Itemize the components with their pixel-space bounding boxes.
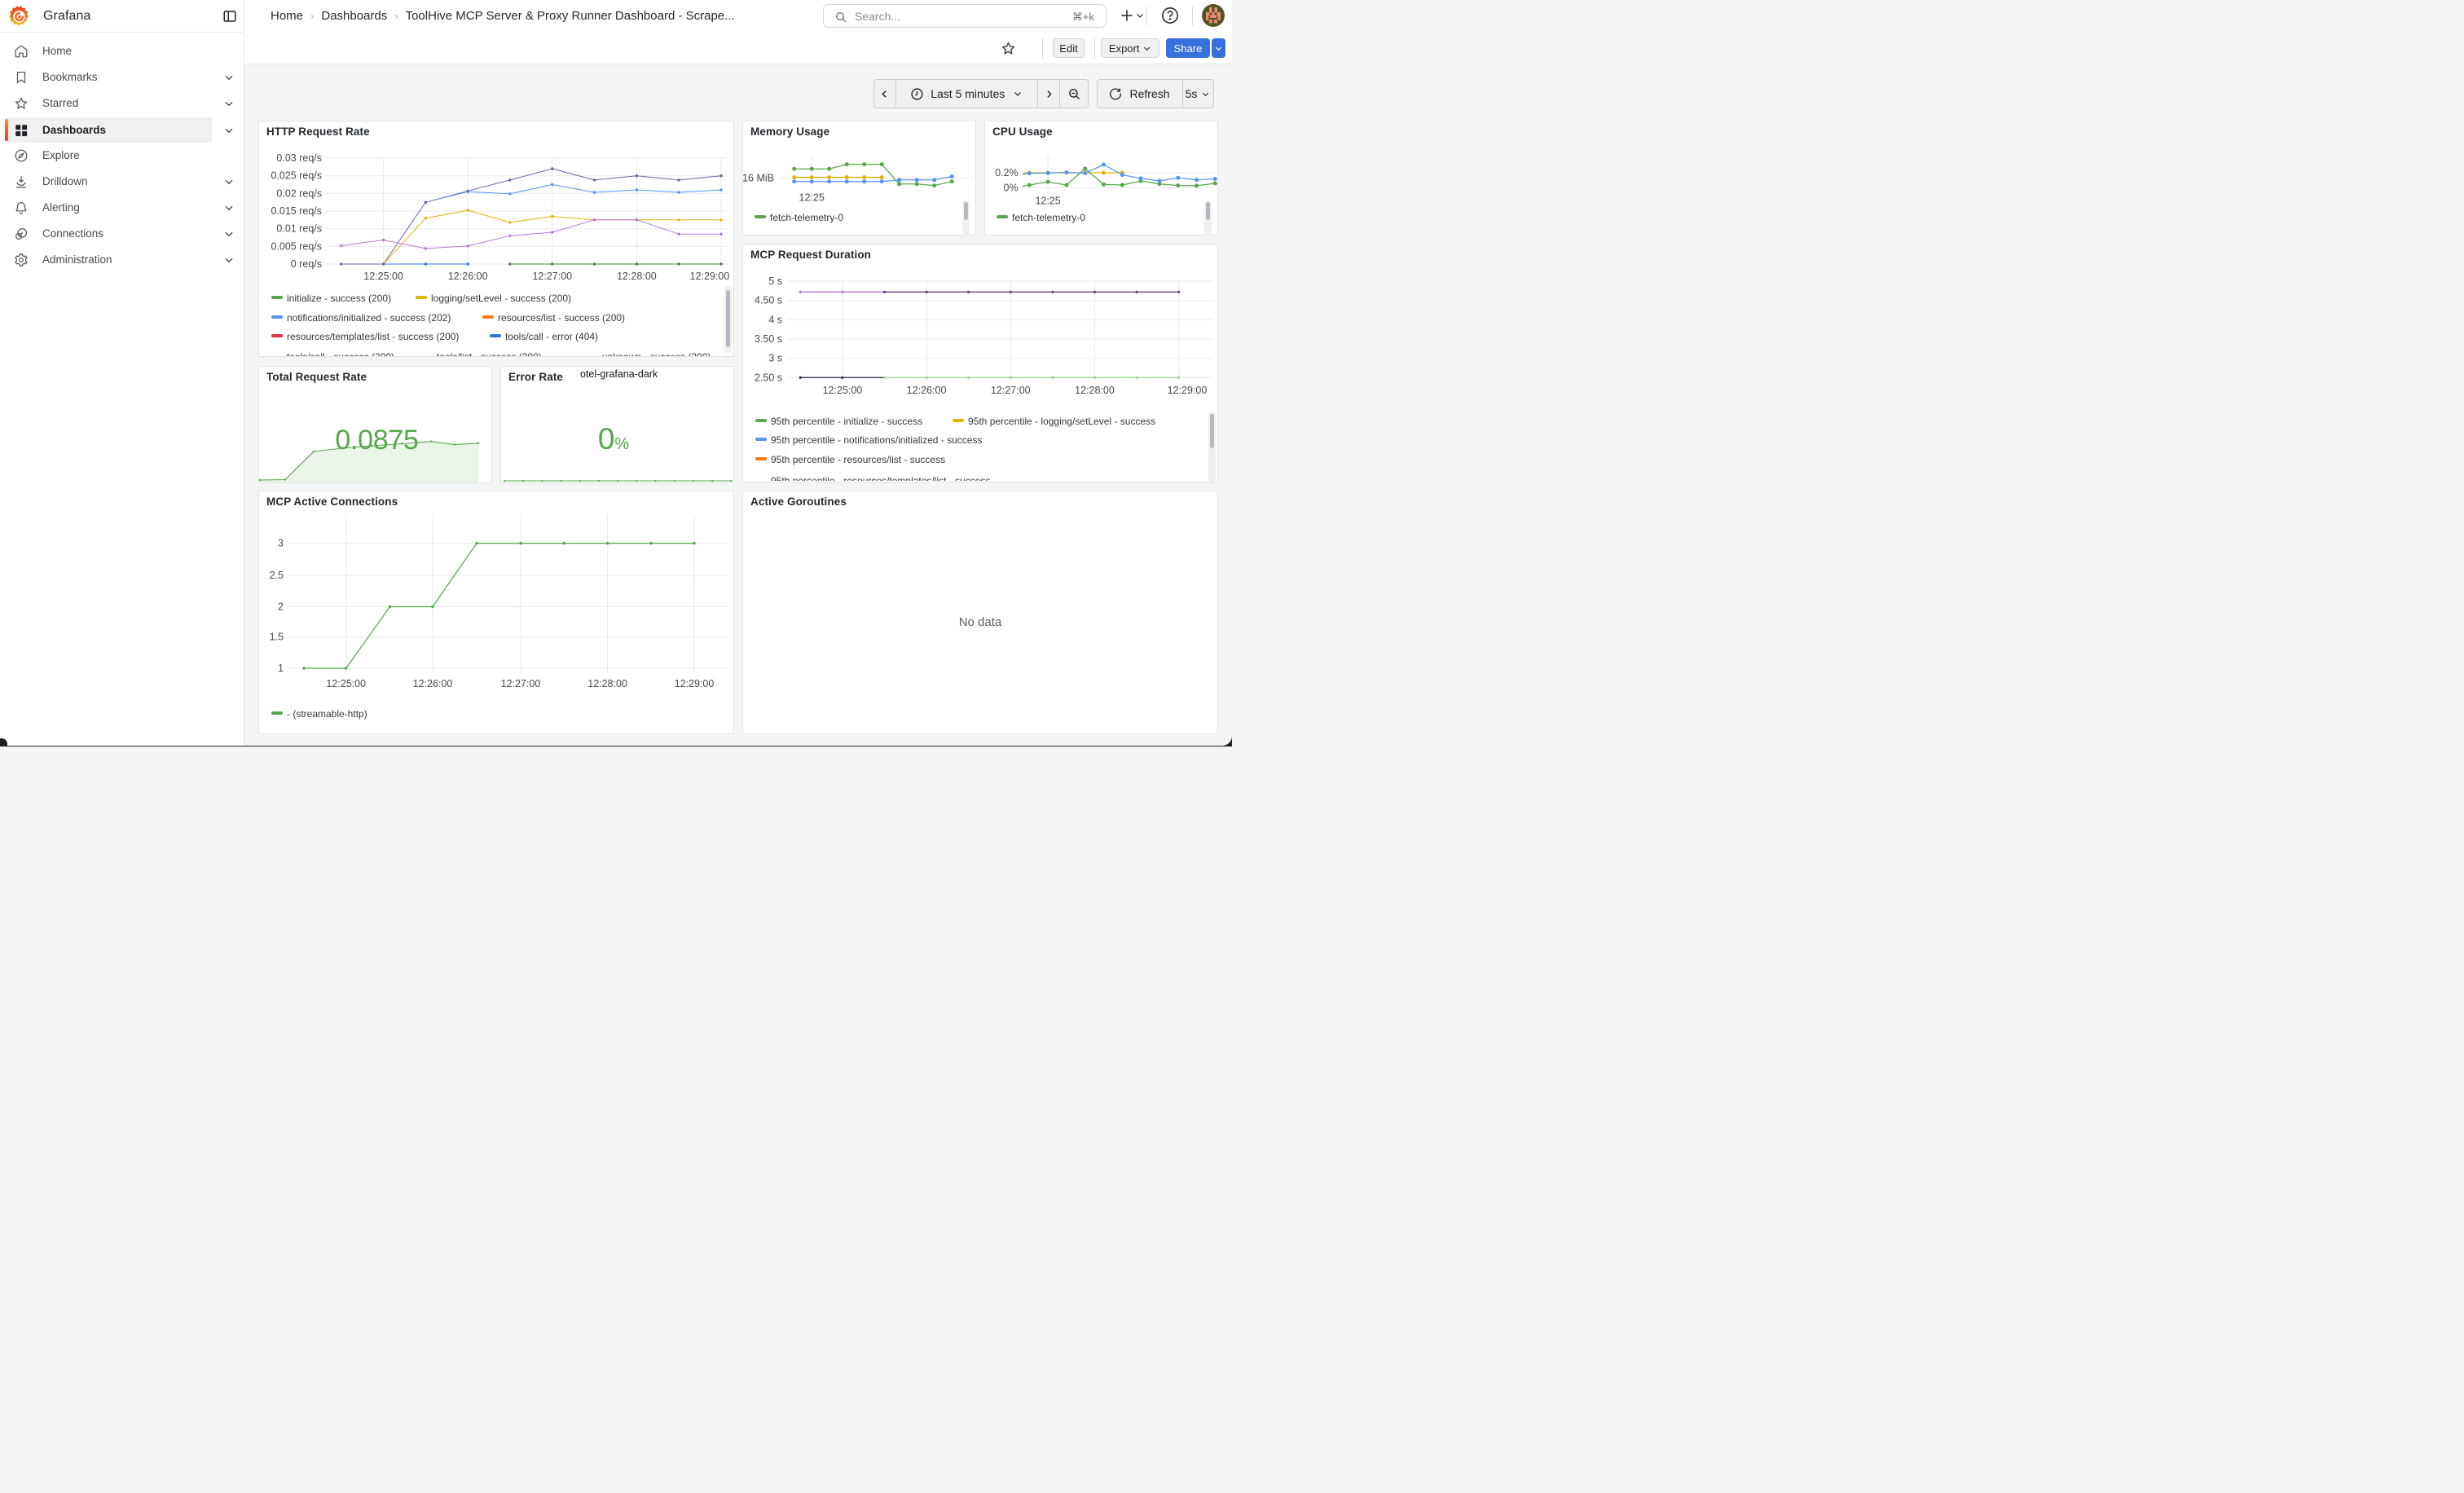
svg-text:12:25: 12:25 — [1035, 196, 1060, 207]
svg-text:12:26:00: 12:26:00 — [448, 271, 488, 282]
svg-text:12:29:00: 12:29:00 — [1168, 385, 1208, 396]
svg-text:12:29:00: 12:29:00 — [675, 678, 715, 689]
svg-text:12:25:00: 12:25:00 — [823, 385, 863, 396]
svg-text:0.005 req/s: 0.005 req/s — [271, 240, 322, 252]
svg-text:0.03 req/s: 0.03 req/s — [276, 152, 322, 164]
svg-text:12:25: 12:25 — [799, 192, 825, 204]
svg-text:0.025 req/s: 0.025 req/s — [271, 170, 322, 182]
svg-text:12:28:00: 12:28:00 — [587, 678, 627, 689]
svg-text:3: 3 — [278, 538, 284, 549]
svg-text:12:27:00: 12:27:00 — [532, 271, 572, 282]
svg-text:0 req/s: 0 req/s — [291, 258, 322, 270]
svg-text:3.50 s: 3.50 s — [755, 333, 782, 345]
svg-text:5 s: 5 s — [768, 275, 782, 287]
svg-text:12:28:00: 12:28:00 — [1075, 385, 1115, 396]
svg-text:12:28:00: 12:28:00 — [617, 271, 657, 282]
svg-text:0.02 req/s: 0.02 req/s — [276, 187, 322, 199]
svg-text:4.50 s: 4.50 s — [755, 295, 782, 306]
svg-text:4 s: 4 s — [768, 314, 782, 325]
svg-text:12:25:00: 12:25:00 — [363, 271, 403, 282]
svg-text:16 MiB: 16 MiB — [743, 173, 774, 184]
svg-text:0.015 req/s: 0.015 req/s — [271, 205, 322, 217]
svg-text:3 s: 3 s — [768, 353, 782, 364]
svg-text:2.5: 2.5 — [270, 570, 284, 581]
svg-text:12:27:00: 12:27:00 — [501, 678, 541, 689]
svg-text:12:27:00: 12:27:00 — [991, 385, 1031, 396]
svg-text:12:25:00: 12:25:00 — [326, 678, 366, 689]
svg-text:1.5: 1.5 — [270, 632, 284, 643]
svg-text:0%: 0% — [1004, 183, 1019, 194]
svg-text:12:26:00: 12:26:00 — [907, 385, 947, 396]
svg-text:2: 2 — [278, 601, 284, 613]
svg-text:12:26:00: 12:26:00 — [413, 678, 453, 689]
svg-text:1: 1 — [278, 663, 284, 674]
svg-text:0.01 req/s: 0.01 req/s — [276, 223, 322, 235]
svg-text:2.50 s: 2.50 s — [755, 372, 782, 383]
svg-text:0.2%: 0.2% — [995, 167, 1019, 178]
svg-text:12:29:00: 12:29:00 — [690, 271, 730, 282]
